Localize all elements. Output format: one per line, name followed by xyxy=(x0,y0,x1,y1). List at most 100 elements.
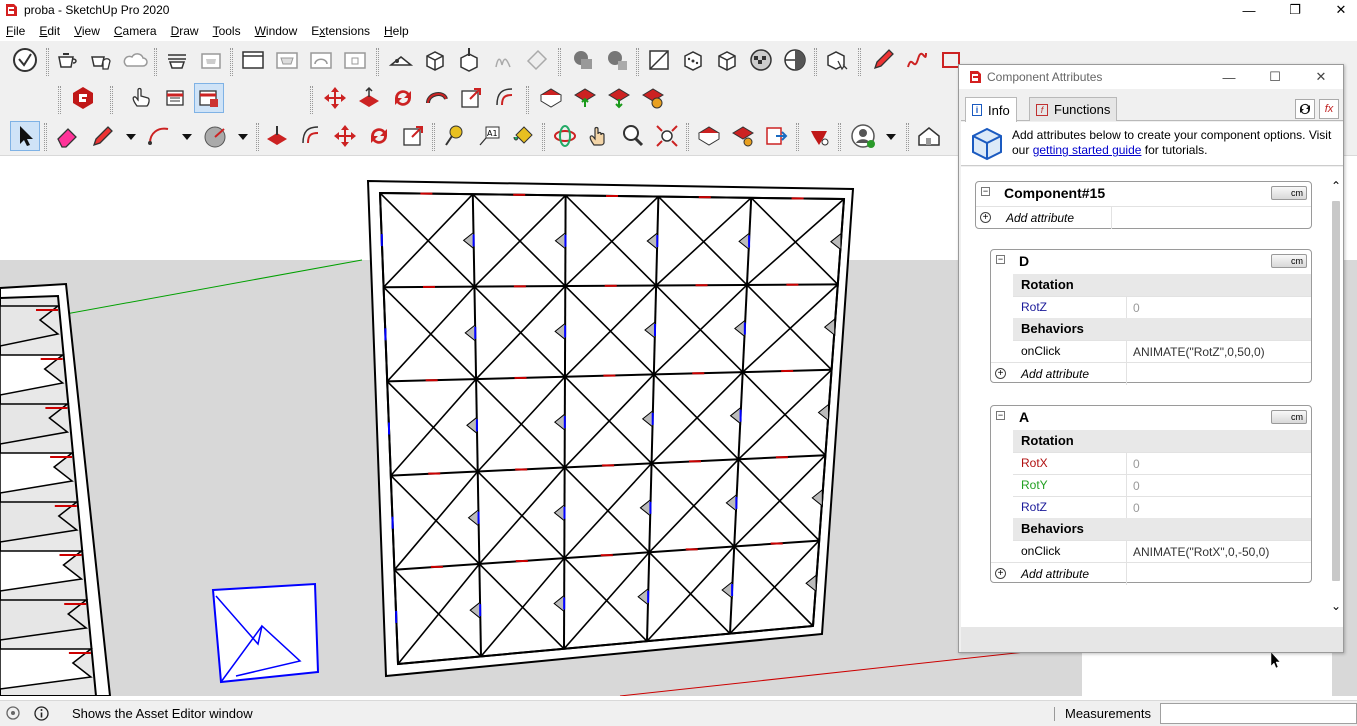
toolbar-grip[interactable] xyxy=(432,123,435,151)
warehouse-icon[interactable] xyxy=(306,45,336,75)
account-icon[interactable] xyxy=(848,121,878,151)
drape-icon[interactable] xyxy=(522,45,552,75)
scale-icon[interactable] xyxy=(398,121,428,151)
panel-minimize-button[interactable]: — xyxy=(1207,65,1251,89)
toolbar-grip[interactable] xyxy=(796,123,799,151)
chevron-down-icon[interactable] xyxy=(228,121,258,151)
panel-maximize-button[interactable]: ☐ xyxy=(1253,65,1297,89)
minimize-button[interactable]: — xyxy=(1226,0,1272,20)
attribute-value[interactable]: 0 xyxy=(1127,501,1140,515)
getting-started-link[interactable]: getting started guide xyxy=(1033,143,1142,157)
offset-icon[interactable] xyxy=(296,121,326,151)
attribute-value[interactable]: ANIMATE("RotZ",0,50,0) xyxy=(1127,345,1265,359)
toolbar-grip[interactable] xyxy=(154,48,157,76)
menu-tools[interactable]: Tools xyxy=(213,24,241,38)
toolbar-grip[interactable] xyxy=(310,86,313,114)
tab-functions[interactable]: f Functions xyxy=(1029,97,1118,121)
tape-measure-icon[interactable] xyxy=(440,121,470,151)
teapot-hand-icon[interactable] xyxy=(86,45,116,75)
attribute-row-onclick[interactable]: onClick ANIMATE("RotX",0,-50,0) xyxy=(1013,540,1311,562)
refresh-icon[interactable] xyxy=(1295,99,1315,119)
toolbar-grip[interactable] xyxy=(636,48,639,76)
attribute-value[interactable]: ANIMATE("RotX",0,-50,0) xyxy=(1127,545,1269,559)
scrollbar-thumb[interactable] xyxy=(1332,201,1340,581)
teapot-icon[interactable] xyxy=(52,45,82,75)
scroll-up-icon[interactable]: ⌃ xyxy=(1329,179,1343,195)
unit-toggle[interactable]: cm xyxy=(1271,186,1307,200)
toolbar-grip[interactable] xyxy=(906,123,909,151)
paint-bucket-icon[interactable] xyxy=(508,121,538,151)
push-pull-red-icon[interactable] xyxy=(354,83,384,113)
component-share-icon[interactable] xyxy=(196,45,226,75)
section-plane-icon[interactable] xyxy=(644,45,674,75)
menu-window[interactable]: Window xyxy=(255,24,298,38)
extension-warehouse-icon[interactable] xyxy=(68,83,98,113)
add-icon[interactable]: + xyxy=(995,368,1006,379)
ruby-tool-3-icon[interactable] xyxy=(604,83,634,113)
pencil-line-icon[interactable] xyxy=(88,121,118,151)
component-select-icon[interactable] xyxy=(822,45,852,75)
follow-me-icon[interactable] xyxy=(422,83,452,113)
attribute-row-roty[interactable]: RotY 0 xyxy=(1013,474,1311,496)
menu-file[interactable]: File xyxy=(6,24,25,38)
attribute-row-rotx[interactable]: RotX 0 xyxy=(1013,452,1311,474)
chevron-down-icon[interactable] xyxy=(172,121,202,151)
unit-toggle[interactable]: cm xyxy=(1271,410,1307,424)
hidden-line-icon[interactable] xyxy=(712,45,742,75)
maximize-button[interactable]: ❐ xyxy=(1272,0,1318,20)
panel-scrollbar[interactable]: ⌃ ⌄ xyxy=(1329,179,1343,619)
monochrome-icon[interactable] xyxy=(780,45,810,75)
attribute-value[interactable]: 0 xyxy=(1127,457,1140,471)
component-upload-icon[interactable] xyxy=(162,45,192,75)
unit-toggle[interactable]: cm xyxy=(1271,254,1307,268)
toolbar-grip[interactable] xyxy=(230,48,233,76)
toolbar-grip[interactable] xyxy=(814,48,817,76)
formula-toggle-icon[interactable]: fx xyxy=(1319,99,1339,119)
toolbar-grip[interactable] xyxy=(558,48,561,76)
tab-info[interactable]: i Info xyxy=(965,97,1017,122)
warehouse-3d-icon[interactable] xyxy=(694,121,724,151)
scroll-down-icon[interactable]: ⌄ xyxy=(1329,599,1343,615)
toolbar-grip[interactable] xyxy=(838,123,841,151)
toolbar-grip[interactable] xyxy=(542,123,545,151)
shaded-textures-icon[interactable] xyxy=(746,45,776,75)
add-icon[interactable]: + xyxy=(995,568,1006,579)
toolbar-grip[interactable] xyxy=(526,86,529,114)
chevron-down-icon[interactable] xyxy=(876,121,906,151)
measurements-input[interactable] xyxy=(1160,703,1357,724)
close-button[interactable]: ✕ xyxy=(1318,0,1357,20)
solid-split-icon[interactable] xyxy=(602,45,632,75)
attribute-row-rotz[interactable]: RotZ 0 xyxy=(1013,496,1311,518)
attribute-row-onclick[interactable]: onClick ANIMATE("RotZ",0,50,0) xyxy=(1013,340,1311,362)
box-arrow-icon[interactable] xyxy=(454,45,484,75)
zoom-extents-icon[interactable] xyxy=(652,121,682,151)
toolbar-grip[interactable] xyxy=(110,86,113,114)
toolbar-grip[interactable] xyxy=(44,123,47,151)
send-to-layout-icon[interactable] xyxy=(762,121,792,151)
pan-hand-icon[interactable] xyxy=(584,121,614,151)
box-icon[interactable] xyxy=(420,45,450,75)
ruby-tool-1-icon[interactable] xyxy=(536,83,566,113)
sandbox-icon[interactable] xyxy=(386,45,416,75)
offset-red-icon[interactable] xyxy=(490,83,520,113)
zoom-icon[interactable] xyxy=(618,121,648,151)
toolbar-grip[interactable] xyxy=(376,48,379,76)
menu-camera[interactable]: Camera xyxy=(114,24,157,38)
lock-icon[interactable] xyxy=(340,45,370,75)
toolbar-grip[interactable] xyxy=(46,48,49,76)
arc-icon[interactable] xyxy=(144,121,174,151)
panel-close-button[interactable]: ✕ xyxy=(1299,65,1343,89)
xray-icon[interactable] xyxy=(678,45,708,75)
window-layout-icon[interactable] xyxy=(238,45,268,75)
home-icon[interactable] xyxy=(914,121,944,151)
move-icon[interactable] xyxy=(330,121,360,151)
cloud-icon[interactable] xyxy=(120,45,150,75)
add-attribute-row[interactable]: + Add attribute xyxy=(991,362,1311,385)
component-attributes-icon[interactable] xyxy=(194,83,224,113)
share-component-icon[interactable] xyxy=(728,121,758,151)
component-options-icon[interactable] xyxy=(160,83,190,113)
interact-hand-icon[interactable] xyxy=(126,83,156,113)
toolbar-grip[interactable] xyxy=(858,48,861,76)
chevron-down-icon[interactable] xyxy=(116,121,146,151)
rotate-icon[interactable] xyxy=(364,121,394,151)
